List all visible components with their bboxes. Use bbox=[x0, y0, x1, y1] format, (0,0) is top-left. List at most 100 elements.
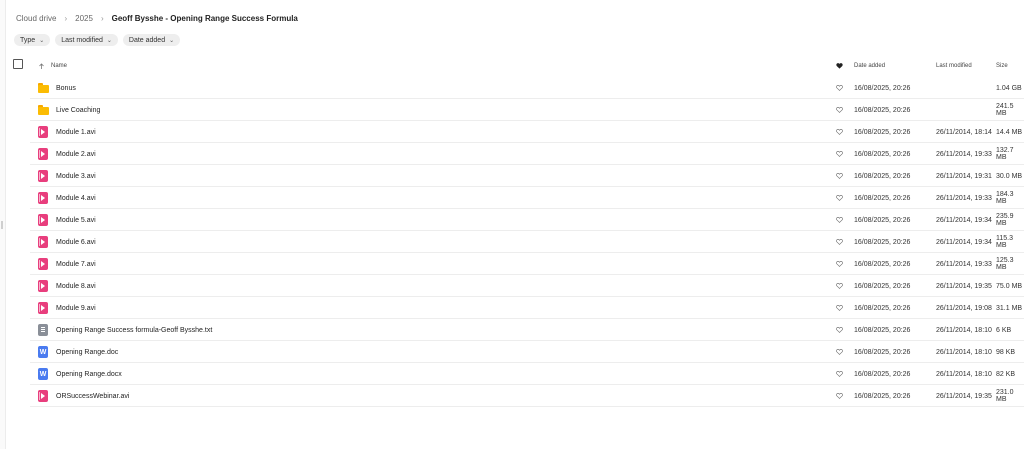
table-row[interactable]: Module 8.avi 16/08/2025, 20:26 26/11/201… bbox=[0, 275, 1024, 297]
file-size: 231.0 MB bbox=[996, 389, 1014, 403]
filter-last-modified-label: Last modified bbox=[61, 36, 103, 44]
last-modified: 26/11/2014, 19:33 bbox=[936, 150, 992, 158]
date-added: 16/08/2025, 20:26 bbox=[854, 172, 911, 180]
breadcrumb-2025[interactable]: 2025 bbox=[75, 14, 93, 23]
table-row[interactable]: W Opening Range.doc 16/08/2025, 20:26 26… bbox=[0, 341, 1024, 363]
file-name[interactable]: Module 7.avi bbox=[56, 253, 96, 275]
table-row[interactable]: Module 9.avi 16/08/2025, 20:26 26/11/201… bbox=[0, 297, 1024, 319]
file-name[interactable]: Opening Range.docx bbox=[56, 363, 122, 385]
table-row[interactable]: ORSuccessWebinar.avi 16/08/2025, 20:26 2… bbox=[0, 385, 1024, 407]
file-name[interactable]: Live Coaching bbox=[56, 99, 100, 121]
filter-type-button[interactable]: Type ⌄ bbox=[14, 34, 51, 46]
heart-icon[interactable] bbox=[836, 363, 843, 385]
video-file-icon bbox=[38, 302, 48, 314]
date-added: 16/08/2025, 20:26 bbox=[854, 150, 911, 158]
heart-icon[interactable] bbox=[836, 99, 843, 121]
table-row[interactable]: Module 4.avi 16/08/2025, 20:26 26/11/201… bbox=[0, 187, 1024, 209]
file-name[interactable]: Bonus bbox=[56, 77, 76, 99]
column-header-size[interactable]: Size bbox=[996, 56, 1008, 76]
file-size: 75.0 MB bbox=[996, 282, 1023, 290]
heart-icon[interactable] bbox=[836, 275, 843, 297]
heart-icon[interactable] bbox=[836, 385, 843, 407]
heart-icon[interactable] bbox=[836, 341, 843, 363]
folder-icon bbox=[38, 83, 49, 93]
heart-icon[interactable] bbox=[836, 143, 843, 165]
file-name[interactable]: Module 3.avi bbox=[56, 165, 96, 187]
chevron-down-icon: ⌄ bbox=[169, 37, 175, 44]
date-added: 16/08/2025, 20:26 bbox=[854, 326, 911, 334]
file-size: 184.3 MB bbox=[996, 191, 1014, 205]
file-name[interactable]: Module 2.avi bbox=[56, 143, 96, 165]
video-file-icon bbox=[38, 280, 48, 292]
file-size: 31.1 MB bbox=[996, 304, 1023, 312]
video-file-icon bbox=[38, 258, 48, 270]
heart-icon[interactable] bbox=[836, 209, 843, 231]
table-row[interactable]: Opening Range Success formula-Geoff Byss… bbox=[0, 319, 1024, 341]
table-row[interactable]: Live Coaching 16/08/2025, 20:26 241.5 MB bbox=[0, 99, 1024, 121]
last-modified: 26/11/2014, 19:34 bbox=[936, 238, 992, 246]
table-row[interactable]: Module 7.avi 16/08/2025, 20:26 26/11/201… bbox=[0, 253, 1024, 275]
row-divider bbox=[30, 406, 1024, 407]
heart-icon[interactable] bbox=[836, 187, 843, 209]
file-name[interactable]: Module 5.avi bbox=[56, 209, 96, 231]
last-modified: 26/11/2014, 19:31 bbox=[936, 172, 992, 180]
heart-icon[interactable] bbox=[836, 297, 843, 319]
video-file-icon bbox=[38, 148, 48, 160]
table-row[interactable]: Module 3.avi 16/08/2025, 20:26 26/11/201… bbox=[0, 165, 1024, 187]
table-row[interactable]: W Opening Range.docx 16/08/2025, 20:26 2… bbox=[0, 363, 1024, 385]
breadcrumb-current-folder: Geoff Bysshe - Opening Range Success For… bbox=[111, 13, 298, 23]
table-row[interactable]: Module 1.avi 16/08/2025, 20:26 26/11/201… bbox=[0, 121, 1024, 143]
file-name[interactable]: ORSuccessWebinar.avi bbox=[56, 385, 129, 407]
video-file-icon bbox=[38, 192, 48, 204]
heart-icon[interactable] bbox=[836, 77, 843, 99]
file-size: 14.4 MB bbox=[996, 128, 1023, 136]
last-modified: 26/11/2014, 19:08 bbox=[936, 304, 992, 312]
video-file-icon bbox=[38, 390, 48, 402]
column-header-name[interactable]: Name bbox=[51, 56, 67, 76]
last-modified: 26/11/2014, 18:10 bbox=[936, 370, 992, 378]
file-name[interactable]: Opening Range.doc bbox=[56, 341, 118, 363]
video-file-icon bbox=[38, 214, 48, 226]
last-modified: 26/11/2014, 18:10 bbox=[936, 326, 992, 334]
heart-icon[interactable] bbox=[836, 121, 843, 143]
arrow-up-icon[interactable] bbox=[38, 56, 45, 76]
heart-icon[interactable] bbox=[836, 319, 843, 341]
last-modified: 26/11/2014, 19:33 bbox=[936, 194, 992, 202]
file-name[interactable]: Module 6.avi bbox=[56, 231, 96, 253]
table-row[interactable]: Module 2.avi 16/08/2025, 20:26 26/11/201… bbox=[0, 143, 1024, 165]
file-size: 6 KB bbox=[996, 326, 1012, 334]
heart-icon[interactable] bbox=[836, 231, 843, 253]
file-name[interactable]: Module 4.avi bbox=[56, 187, 96, 209]
table-row[interactable]: Module 5.avi 16/08/2025, 20:26 26/11/201… bbox=[0, 209, 1024, 231]
file-name[interactable]: Opening Range Success formula-Geoff Byss… bbox=[56, 319, 212, 341]
video-file-icon bbox=[38, 126, 48, 138]
file-name[interactable]: Module 8.avi bbox=[56, 275, 96, 297]
date-added: 16/08/2025, 20:26 bbox=[854, 370, 911, 378]
heart-icon[interactable] bbox=[836, 56, 843, 76]
table-row[interactable]: Module 6.avi 16/08/2025, 20:26 26/11/201… bbox=[0, 231, 1024, 253]
last-modified: 26/11/2014, 19:35 bbox=[936, 282, 992, 290]
folder-icon bbox=[38, 105, 49, 115]
column-header-date-added[interactable]: Date added bbox=[854, 56, 885, 76]
date-added: 16/08/2025, 20:26 bbox=[854, 348, 911, 356]
file-size: 30.0 MB bbox=[996, 172, 1023, 180]
chevron-down-icon: ⌄ bbox=[106, 37, 112, 44]
date-added: 16/08/2025, 20:26 bbox=[854, 106, 911, 114]
column-header-last-modified[interactable]: Last modified bbox=[936, 56, 972, 76]
heart-icon[interactable] bbox=[836, 165, 843, 187]
file-size: 125.3 MB bbox=[996, 257, 1014, 271]
file-name[interactable]: Module 1.avi bbox=[56, 121, 96, 143]
filter-last-modified-button[interactable]: Last modified ⌄ bbox=[55, 34, 118, 46]
filter-date-added-button[interactable]: Date added ⌄ bbox=[122, 34, 181, 46]
last-modified: 26/11/2014, 18:14 bbox=[936, 128, 992, 136]
breadcrumb-cloud-drive[interactable]: Cloud drive bbox=[16, 14, 56, 23]
breadcrumb-separator: › bbox=[64, 13, 68, 23]
table-row[interactable]: Bonus 16/08/2025, 20:26 1.04 GB bbox=[0, 77, 1024, 99]
file-size: 98 KB bbox=[996, 348, 1016, 356]
table-header: Name Date added Last modified Size bbox=[0, 56, 1024, 76]
date-added: 16/08/2025, 20:26 bbox=[854, 216, 911, 224]
file-name[interactable]: Module 9.avi bbox=[56, 297, 96, 319]
filter-type-label: Type bbox=[20, 36, 36, 44]
date-added: 16/08/2025, 20:26 bbox=[854, 392, 911, 400]
heart-icon[interactable] bbox=[836, 253, 843, 275]
